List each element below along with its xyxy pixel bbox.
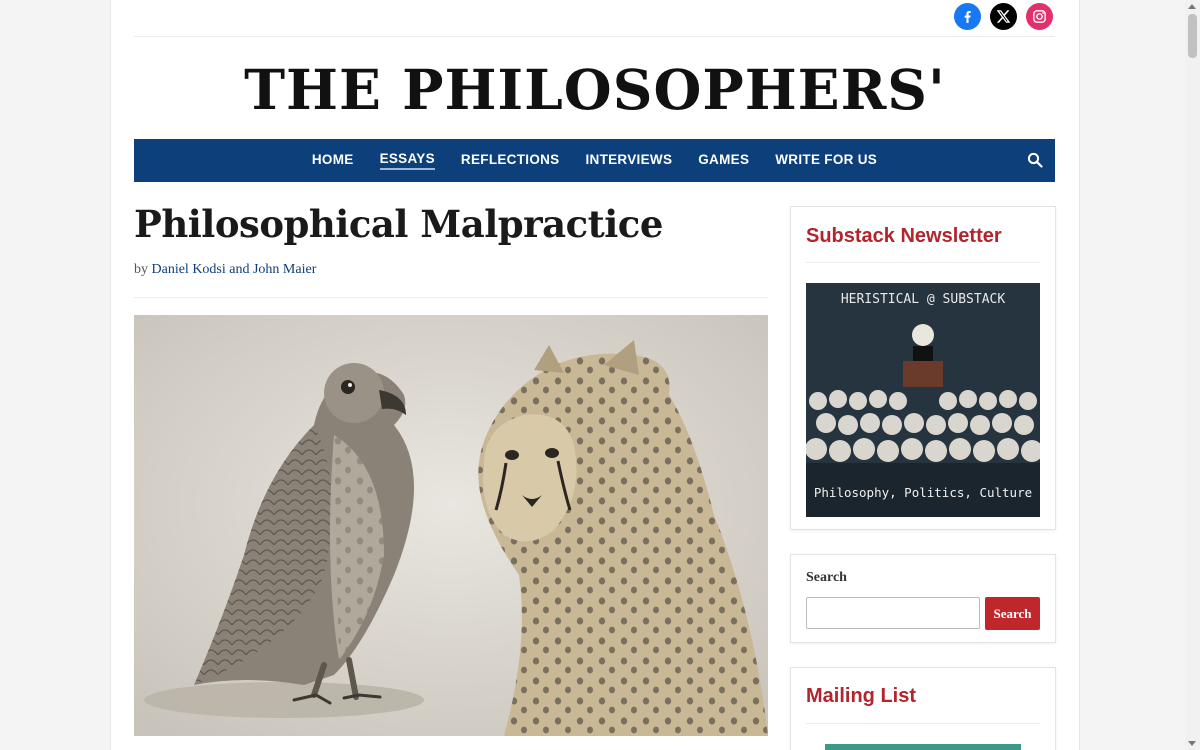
- substack-banner[interactable]: HERISTICAL @ SUBSTACK Philosophy, Politi…: [806, 283, 1040, 517]
- byline-prefix: by: [134, 262, 148, 277]
- page: THE PHILOSOPHERS' MAGAZINE HOME ESSAYS R…: [110, 0, 1080, 750]
- facebook-icon[interactable]: [954, 3, 981, 30]
- substack-widget-title: Substack Newsletter: [806, 225, 1002, 247]
- byline: by Daniel Kodsi and John Maier: [134, 262, 316, 278]
- mailing-list-title: Mailing List: [806, 685, 916, 707]
- widget-divider: [806, 262, 1040, 263]
- mailing-list-widget: Mailing List: [790, 667, 1056, 750]
- nav-item-home[interactable]: HOME: [312, 152, 354, 169]
- article-title: Philosophical Malpractice: [134, 202, 663, 246]
- featured-image: [134, 315, 768, 736]
- author-link[interactable]: Daniel Kodsi and John Maier: [152, 262, 317, 277]
- nav-item-games[interactable]: GAMES: [698, 152, 749, 169]
- instagram-icon[interactable]: [1026, 3, 1053, 30]
- scrollbar[interactable]: [1185, 0, 1200, 750]
- widget-divider: [806, 723, 1040, 724]
- search-label: Search: [806, 570, 847, 585]
- substack-banner-top-text: HERISTICAL @ SUBSTACK: [841, 292, 1006, 307]
- nav-item-write-for-us[interactable]: WRITE FOR US: [775, 152, 877, 169]
- scroll-thumb[interactable]: [1188, 14, 1197, 58]
- substack-widget: Substack Newsletter HERISTICAL @ SUBSTAC…: [790, 206, 1056, 530]
- article-divider: [134, 297, 768, 298]
- nav-item-essays[interactable]: ESSAYS: [379, 151, 435, 170]
- search-input[interactable]: [806, 597, 980, 629]
- mailing-list-banner[interactable]: [825, 744, 1021, 750]
- hawk-and-cheetah-illustration: [134, 315, 768, 736]
- search-widget: Search Search: [790, 554, 1056, 643]
- search-button[interactable]: Search: [985, 597, 1040, 630]
- search-icon[interactable]: [1027, 152, 1043, 168]
- scroll-up-arrow-icon[interactable]: [1188, 4, 1196, 9]
- main-nav: HOME ESSAYS REFLECTIONS INTERVIEWS GAMES…: [134, 139, 1055, 182]
- scroll-down-arrow-icon[interactable]: [1188, 741, 1196, 746]
- nav-item-reflections[interactable]: REFLECTIONS: [461, 152, 560, 169]
- substack-banner-bottom-text: Philosophy, Politics, Culture: [814, 485, 1032, 500]
- social-links: [954, 3, 1053, 30]
- nav-item-interviews[interactable]: INTERVIEWS: [585, 152, 672, 169]
- header-divider: [134, 36, 1055, 37]
- x-icon[interactable]: [990, 3, 1017, 30]
